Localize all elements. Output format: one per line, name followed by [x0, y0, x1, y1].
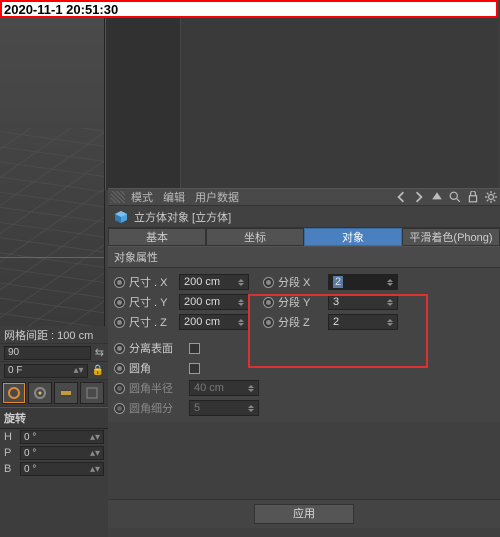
- group-object-properties: 对象属性: [108, 246, 500, 268]
- anim-dot-size-x[interactable]: [114, 277, 125, 288]
- cube-icon: [114, 210, 128, 224]
- anim-dot-seg-y[interactable]: [263, 297, 274, 308]
- thumb-arrows-icon[interactable]: ⇆: [95, 346, 104, 359]
- input-thumb[interactable]: 90: [4, 346, 91, 360]
- input-seg-x[interactable]: 2: [328, 274, 398, 290]
- tab-object[interactable]: 对象: [304, 228, 402, 246]
- attribute-toolbar: 模式 编辑 用户数据: [108, 188, 500, 206]
- anim-dot-seg-x[interactable]: [263, 277, 274, 288]
- nav-back-icon[interactable]: [395, 191, 407, 203]
- viewport-shade: [106, 18, 181, 190]
- anim-dot-fillet-sub[interactable]: [114, 403, 125, 414]
- btn-strip[interactable]: [54, 382, 78, 404]
- btn-keyframe[interactable]: [2, 382, 26, 404]
- object-title: 立方体对象 [立方体]: [134, 209, 231, 225]
- input-rot-P[interactable]: 0 °▴▾: [20, 446, 104, 460]
- viewport-grid: [0, 128, 105, 328]
- label-fillet-radius: 圆角半径: [129, 380, 185, 396]
- anim-dot-fillet[interactable]: [114, 363, 125, 374]
- btn-play[interactable]: [28, 382, 52, 404]
- gear-icon[interactable]: [485, 191, 497, 203]
- anim-dot-separate[interactable]: [114, 343, 125, 354]
- label-size-y: 尺寸 . Y: [129, 294, 175, 310]
- btn-extra[interactable]: [80, 382, 104, 404]
- label-separate: 分离表面: [129, 340, 185, 356]
- input-fillet-radius: 40 cm: [189, 380, 259, 396]
- label-fillet: 圆角: [129, 360, 185, 376]
- viewport-secondary[interactable]: [105, 18, 499, 190]
- left-tool-strip: 网格间距 : 100 cm 90 ⇆ 0 F▴▾ 🔒 旋转 H 0 °▴▾ P 0 …: [0, 326, 108, 537]
- tab-basic[interactable]: 基本: [108, 228, 206, 246]
- timeline-buttons: [0, 380, 108, 407]
- attribute-panel: 模式 编辑 用户数据 立方体对象 [立方体] 基本 坐标 对象 平滑着色(Pho…: [108, 188, 500, 422]
- axis-P-label: P: [4, 447, 16, 459]
- apply-bar: 应用: [108, 499, 500, 528]
- input-fillet-sub: 5: [189, 400, 259, 416]
- label-seg-x: 分段 X: [278, 274, 324, 290]
- anim-dot-seg-z[interactable]: [263, 317, 274, 328]
- object-properties: 尺寸 . X 200 cm 分段 X 2 尺寸 . Y 200 cm 分段 Y …: [108, 268, 500, 422]
- input-size-y[interactable]: 200 cm: [179, 294, 249, 310]
- viewport-axis: [0, 257, 104, 258]
- lock-small-icon[interactable]: 🔒: [92, 365, 104, 376]
- menu-edit[interactable]: 编辑: [163, 189, 185, 205]
- apply-button[interactable]: 应用: [254, 504, 354, 524]
- input-seg-z[interactable]: 2: [328, 314, 398, 330]
- tab-phong[interactable]: 平滑着色(Phong): [402, 228, 500, 246]
- anim-dot-size-y[interactable]: [114, 297, 125, 308]
- checkbox-separate[interactable]: [189, 343, 200, 354]
- label-size-z: 尺寸 . Z: [129, 314, 175, 330]
- input-secondary[interactable]: 0 F▴▾: [4, 364, 88, 378]
- timestamp-bar: 2020-11-1 20:51:30: [0, 0, 498, 18]
- object-header: 立方体对象 [立方体]: [108, 206, 500, 228]
- input-rot-H[interactable]: 0 °▴▾: [20, 430, 104, 444]
- tab-coord[interactable]: 坐标: [206, 228, 304, 246]
- tab-bar: 基本 坐标 对象 平滑着色(Phong): [108, 228, 500, 246]
- label-size-x: 尺寸 . X: [129, 274, 175, 290]
- checkbox-fillet[interactable]: [189, 363, 200, 374]
- label-seg-y: 分段 Y: [278, 294, 324, 310]
- viewport-perspective[interactable]: [0, 18, 105, 328]
- grid-spacing-row: 网格间距 : 100 cm: [0, 326, 108, 344]
- label-fillet-sub: 圆角细分: [129, 400, 185, 416]
- input-seg-y[interactable]: 3: [328, 294, 398, 310]
- lock-icon[interactable]: [467, 191, 479, 203]
- input-rot-B[interactable]: 0 °▴▾: [20, 462, 104, 476]
- axis-H-label: H: [4, 431, 16, 443]
- nav-forward-icon[interactable]: [413, 191, 425, 203]
- label-seg-z: 分段 Z: [278, 314, 324, 330]
- search-icon[interactable]: [449, 191, 461, 203]
- nav-up-icon[interactable]: [431, 191, 443, 203]
- grid-spacing-label: 网格间距 : 100 cm: [4, 327, 93, 343]
- section-rotation: 旋转: [0, 407, 108, 429]
- anim-dot-size-z[interactable]: [114, 317, 125, 328]
- input-size-z[interactable]: 200 cm: [179, 314, 249, 330]
- axis-B-label: B: [4, 463, 16, 475]
- drag-handle-icon[interactable]: [111, 191, 125, 203]
- menu-userdata[interactable]: 用户数据: [195, 189, 239, 205]
- input-size-x[interactable]: 200 cm: [179, 274, 249, 290]
- anim-dot-fillet-radius[interactable]: [114, 383, 125, 394]
- menu-mode[interactable]: 模式: [131, 189, 153, 205]
